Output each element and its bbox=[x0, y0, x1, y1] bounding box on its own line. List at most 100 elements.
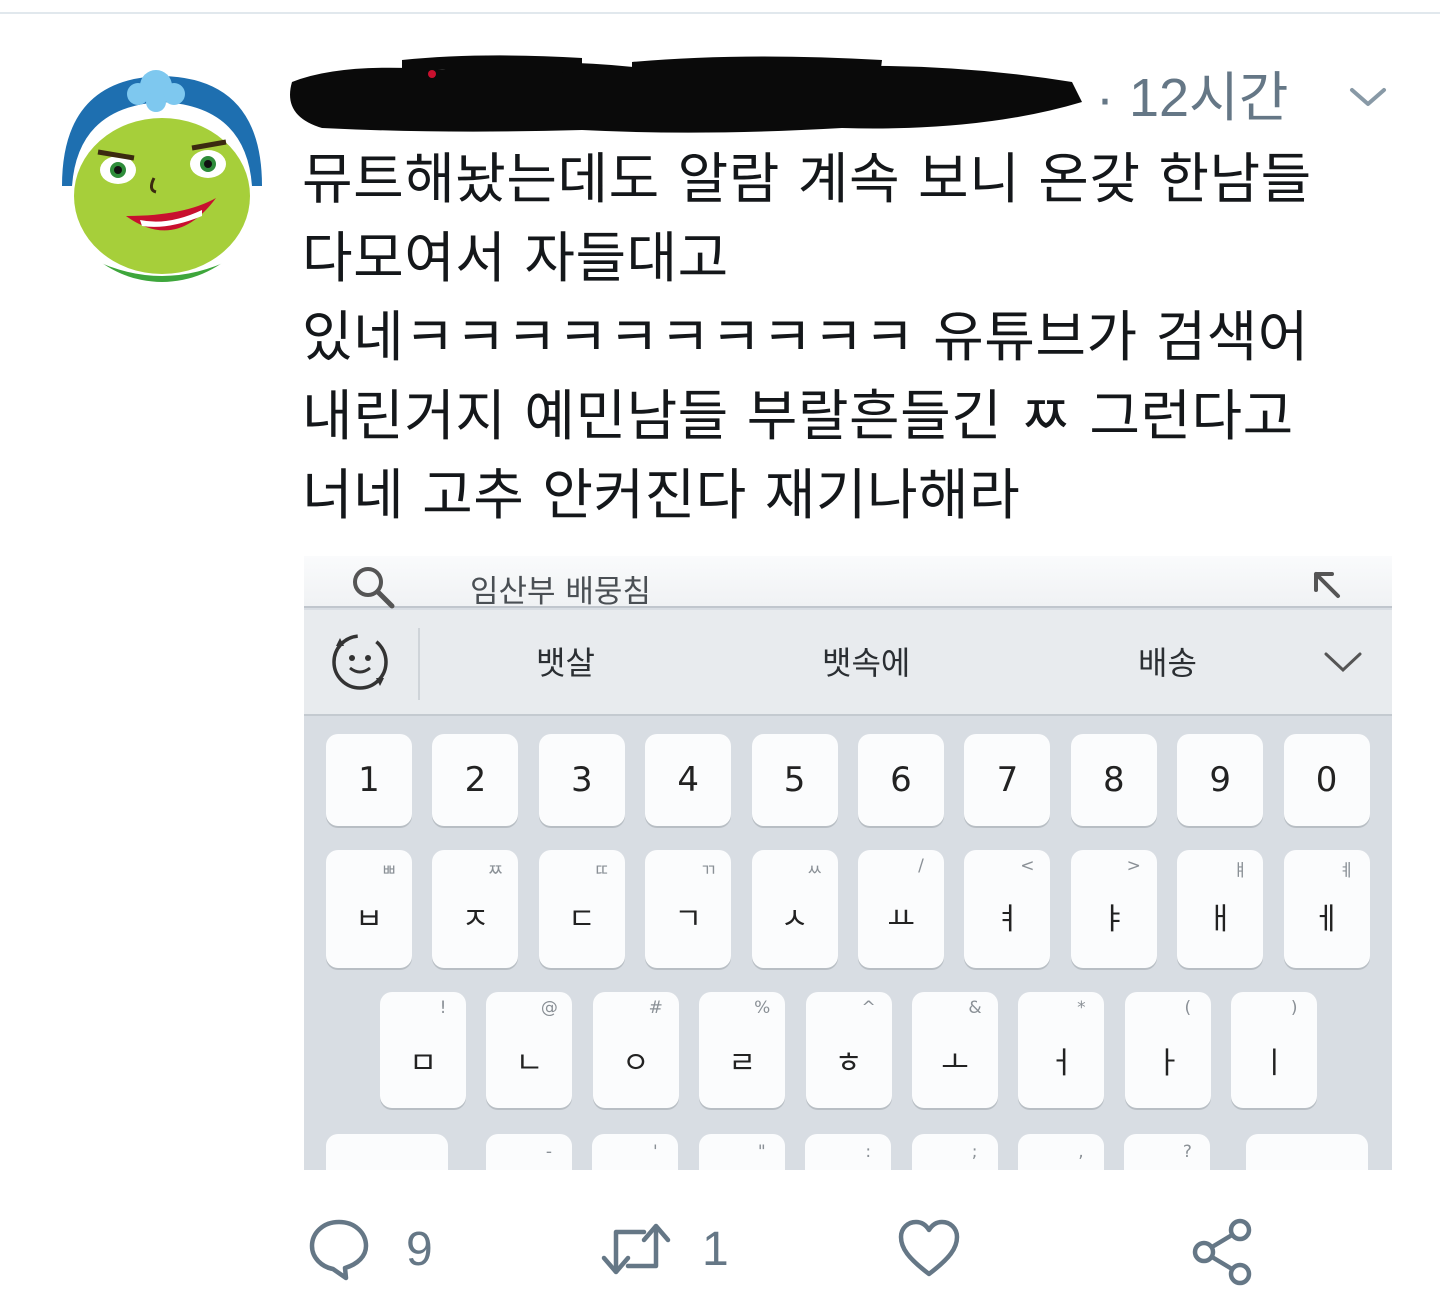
tweet-timestamp[interactable]: · 12시간 bbox=[1096, 66, 1288, 130]
keyboard-key-label: ㅈ bbox=[461, 902, 490, 937]
keyboard-key: 2 bbox=[432, 734, 519, 826]
keyboard-key: - bbox=[486, 1134, 572, 1170]
keyboard-key: , bbox=[1018, 1134, 1104, 1170]
keyboard-key-label: 0 bbox=[1315, 760, 1338, 800]
keyboard-key-secondary: ^ bbox=[861, 998, 876, 1018]
keyboard-key-secondary: * bbox=[1077, 998, 1086, 1018]
keyboard-backspace-key bbox=[1246, 1134, 1368, 1170]
keyboard-key-label: ㅎ bbox=[834, 1046, 863, 1081]
keyboard-key: 7 bbox=[964, 734, 1051, 826]
retweet-count: 1 bbox=[702, 1223, 729, 1276]
keyboard-key: ? bbox=[1124, 1134, 1211, 1170]
heart-icon bbox=[898, 1219, 960, 1277]
screenshot-search-text: 임산부 배뭉침 bbox=[470, 574, 651, 610]
screenshot-search-bar: 임산부 배뭉침 bbox=[304, 556, 1392, 610]
keyboard-key: / ㅛ bbox=[858, 850, 944, 968]
keyboard-key-secondary: % bbox=[754, 998, 771, 1018]
keyboard-key: ㅆㅅ bbox=[751, 850, 838, 968]
arrow-up-left-icon bbox=[1314, 572, 1340, 598]
keyboard-key: ) ㅣ bbox=[1231, 992, 1318, 1108]
keyboard-key-secondary: / bbox=[918, 856, 924, 876]
keyboard-key-secondary: ㅒ bbox=[1232, 861, 1248, 881]
keyboard-key-label: 9 bbox=[1209, 760, 1231, 800]
keyboard-key-secondary: # bbox=[648, 998, 663, 1018]
suggestion-word: 뱃속에 bbox=[822, 644, 911, 682]
tweet-actions: 9 1 bbox=[0, 1196, 1440, 1296]
keyboard-key: @ ㄴ bbox=[486, 992, 573, 1108]
keyboard-key-label: 5 bbox=[783, 760, 806, 800]
keyboard-key: (ㅏ bbox=[1124, 992, 1211, 1108]
retweet-icon bbox=[601, 1223, 671, 1275]
keyboard-key-secondary: ' bbox=[653, 1142, 658, 1162]
keyboard-key-secondary: ㅉ bbox=[487, 861, 504, 881]
retweet-button[interactable]: 1 bbox=[596, 1216, 746, 1286]
keyboard-key-label: ㅣ bbox=[1260, 1046, 1288, 1081]
keyboard-key-label: 2 bbox=[464, 760, 487, 800]
keyboard-key: ㅖㅔ bbox=[1283, 850, 1370, 968]
keyboard-key-label: ㅐ bbox=[1206, 902, 1234, 937]
keyboard-key: 4 bbox=[645, 734, 732, 826]
tweet-text-line: 있네ㅋㅋㅋㅋㅋㅋㅋㅋㅋㅋ 유튜브가 검색어 bbox=[302, 305, 1309, 369]
keyboard-key: ^ ㅎ bbox=[805, 992, 892, 1108]
keyboard-key-secondary: , bbox=[1078, 1142, 1084, 1162]
keyboard-key-secondary: ? bbox=[1182, 1142, 1192, 1162]
keyboard-key: % ㄹ bbox=[699, 992, 786, 1108]
keyboard-key: ' bbox=[592, 1134, 679, 1170]
keyboard-key-secondary: > bbox=[1126, 856, 1141, 876]
keyboard-key-secondary: : bbox=[865, 1142, 872, 1162]
chevron-down-icon[interactable] bbox=[1346, 82, 1390, 112]
search-icon bbox=[353, 567, 395, 609]
keyboard-key: & ㅗ bbox=[912, 992, 998, 1108]
reply-count: 9 bbox=[406, 1223, 433, 1276]
keyboard-key-label: ㅂ bbox=[355, 902, 383, 937]
like-button[interactable] bbox=[896, 1216, 962, 1286]
share-icon bbox=[1192, 1218, 1252, 1286]
share-button[interactable] bbox=[1190, 1216, 1256, 1286]
keyboard-key-secondary: & bbox=[968, 998, 982, 1018]
keyboard-key: ; bbox=[911, 1134, 998, 1170]
keyboard-key-label: 3 bbox=[570, 760, 593, 800]
keyboard-key-label: 8 bbox=[1102, 760, 1125, 800]
tweet-text-line: 뮤트해놨는데도 알람 계속 보니 온갖 한남들 bbox=[302, 147, 1312, 211]
keyboard-key: : bbox=[805, 1134, 892, 1170]
keyboard-key-label: 7 bbox=[996, 760, 1019, 800]
keyboard-key-label: ㅏ bbox=[1153, 1046, 1182, 1081]
suggestion-divider bbox=[418, 628, 420, 700]
keyboard-key-label: ㅓ bbox=[1047, 1046, 1076, 1081]
keyboard-key: 6 bbox=[858, 734, 944, 826]
keyboard-key-label: ㅇ bbox=[621, 1046, 650, 1081]
keyboard-key-label: ㅕ bbox=[993, 902, 1022, 937]
keyboard-key: 0 bbox=[1283, 734, 1370, 826]
keyboard-shift-key bbox=[326, 1134, 448, 1170]
avatar-character-icon bbox=[56, 68, 268, 282]
keyboard-key-label: ㅁ bbox=[409, 1046, 437, 1081]
tweet-text-line: 내린거지 예민남들 부랄흔들긴 ㅉ 그런다고 bbox=[302, 384, 1294, 448]
redacted-username bbox=[282, 52, 1088, 136]
reply-button[interactable]: 9 bbox=[306, 1216, 446, 1286]
keyboard-key: ㄸㄷ bbox=[538, 850, 625, 968]
avatar[interactable] bbox=[56, 66, 268, 282]
keyboard-key-secondary: - bbox=[545, 1142, 553, 1162]
keyboard-key-label: 6 bbox=[890, 760, 912, 800]
keyboard-key: * ㅓ bbox=[1018, 992, 1105, 1108]
keyboard-key: 1 bbox=[326, 734, 412, 826]
keyboard-key: 3 bbox=[538, 734, 625, 826]
tweet-image-keyboard-screenshot[interactable]: 임산부 배뭉침 뱃살 뱃속에 배송 1 2 3 4 5 6 7 8 9 0 ㅃㅂㅉㅈㄸㄷㄲㄱㅆㅅ / ㅛ… bbox=[304, 556, 1392, 1170]
keyboard-key-label: ㄹ bbox=[728, 1046, 756, 1081]
keyboard-key: " bbox=[698, 1134, 785, 1170]
keyboard-key-secondary: @ bbox=[540, 998, 558, 1018]
reply-bubble-icon bbox=[309, 1219, 369, 1281]
keyboard-key: ! ㅁ bbox=[380, 992, 466, 1108]
keyboard-key-secondary: ㅃ bbox=[381, 861, 397, 881]
keyboard-key-label: 4 bbox=[677, 760, 699, 800]
keyboard-key-label: ㅑ bbox=[1099, 902, 1128, 937]
tweet-text-line: 너네 고추 안커진다 재기나해라 bbox=[302, 463, 1021, 527]
keyboard-key: ㄲㄱ bbox=[645, 850, 732, 968]
keyboard-key: 8 bbox=[1070, 734, 1157, 826]
keyboard-key-secondary: ㄲ bbox=[700, 861, 716, 881]
emoji-refresh-icon bbox=[332, 634, 388, 690]
keyboard-key-secondary: < bbox=[1020, 856, 1035, 876]
keyboard-key-secondary: ㅖ bbox=[1338, 861, 1355, 881]
suggestion-word: 배송 bbox=[1138, 644, 1197, 682]
keyboard-key: # ㅇ bbox=[592, 992, 679, 1108]
